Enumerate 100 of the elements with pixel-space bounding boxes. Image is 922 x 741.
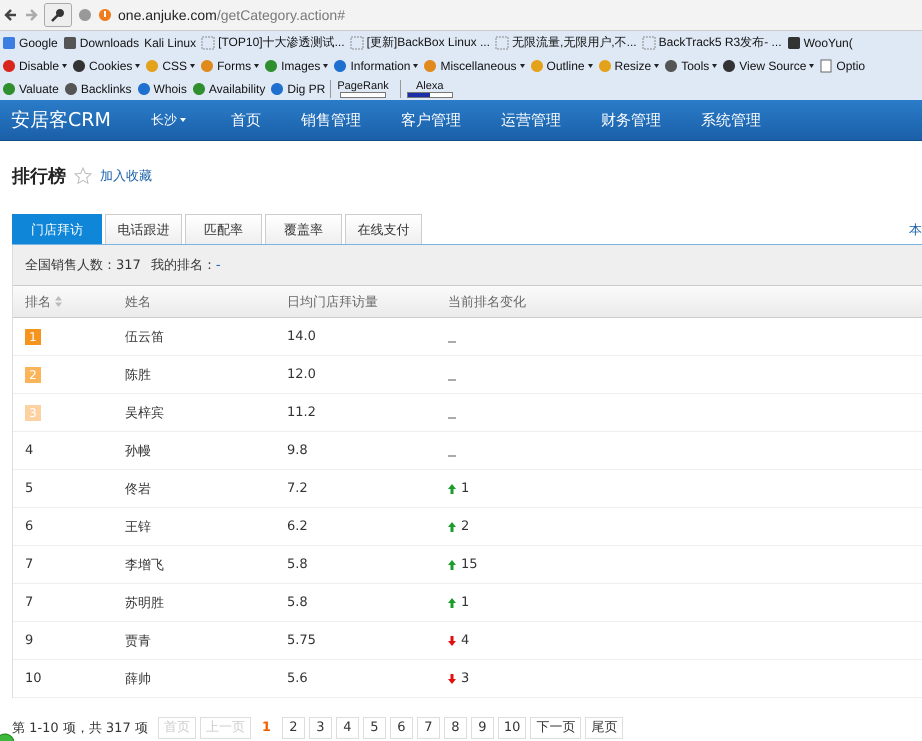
page-button[interactable]: 2 [282,717,305,739]
table-cell: 9 [25,633,34,648]
nav-item[interactable]: 系统管理 [700,110,761,130]
caret-icon [712,64,718,68]
column-header: 姓名 [125,294,151,310]
logo[interactable]: 安居客CRM [0,107,151,133]
warning-icon [98,8,112,22]
floating-widget-icon[interactable] [0,733,14,741]
key-button[interactable] [44,3,72,27]
toolbar-menu[interactable]: Outline [530,58,593,72]
rank-badge: 3 [25,404,41,420]
key-icon [50,7,66,23]
toolbar-menu[interactable]: Cookies [72,58,140,72]
tab[interactable]: 覆盖率 [265,214,342,244]
table-cell: 12.0 [287,367,316,382]
meter-label: PageRank [337,80,389,92]
page-button[interactable]: 尾页 [585,717,624,739]
bookmark[interactable]: Google [2,36,58,50]
seo-link[interactable]: Whois [136,82,187,96]
toolbar-menu[interactable]: CSS [145,58,196,72]
meter-bar [406,92,453,98]
nav-item[interactable]: 财务管理 [600,110,661,130]
page-button[interactable]: 6 [390,717,413,739]
caret-icon [180,118,186,122]
nav-item[interactable]: 运营管理 [500,110,561,130]
table-cell: 1 [461,481,470,496]
table-cell: 6.2 [287,519,308,534]
rank-badge: 1 [25,328,41,344]
toolbar-menu[interactable]: Images [264,58,328,72]
bookmark[interactable]: BackTrack5 R3发布- ... [642,34,782,51]
table-cell-text: 李增飞 [125,556,164,574]
up-arrow-icon [448,598,456,608]
toolbar-menu[interactable]: View Source [722,58,814,72]
caret-icon [190,64,196,68]
table-cell-text: 佟岩 [125,480,151,498]
bookmark[interactable]: Kali Linux [144,36,196,50]
table-cell-text: 孙幔 [125,442,151,460]
no-change-dash [448,340,456,342]
tab[interactable]: 在线支付 [345,214,422,244]
caret-icon [809,64,814,68]
table-cell: 2 [461,519,470,534]
table-cell: 5.8 [287,595,308,610]
no-change-dash [448,416,456,418]
page-button[interactable]: 9 [470,717,494,739]
page-button[interactable]: 8 [444,717,467,739]
toolbar-menu[interactable]: Disable [2,58,68,72]
seo-link[interactable]: Availability [192,82,266,96]
bookmark[interactable]: Downloads [62,36,140,50]
page-button[interactable]: 7 [416,717,440,739]
table-cell-text: 伍云笛 [125,328,164,346]
table-cell: 6 [25,519,34,534]
star-icon[interactable] [74,167,92,185]
column-header[interactable]: 排名 [25,292,51,310]
table-cell: 5.75 [287,633,316,648]
toolbar-menu[interactable]: Tools [664,58,718,72]
add-favorite-link[interactable]: 加入收藏 [100,167,152,185]
tab[interactable]: 门店拜访 [12,214,102,244]
nav-item[interactable]: 客户管理 [400,110,461,130]
summary-text: 我的排名：- [150,257,221,274]
nav-item[interactable]: 首页 [230,110,261,130]
toolbar-menu[interactable]: Forms [200,58,260,72]
no-change-dash [448,454,456,456]
caret-icon [323,64,328,68]
summary-text: 全国销售人数：317 [25,257,141,274]
table-cell-text: 苏明胜 [125,594,164,612]
table-cell: 14.0 [287,329,316,344]
table-cell-text: 吴梓宾 [125,404,164,422]
toolbar-menu[interactable]: Resize [598,58,660,72]
bookmark[interactable]: [更新]BackBox Linux ... [350,34,490,51]
table-cell-text: 王锌 [125,518,151,536]
seo-link[interactable]: Valuate [2,82,59,96]
table-cell: 5.8 [287,557,308,572]
caret-icon [654,64,660,68]
seo-link[interactable]: Backlinks [64,82,132,96]
table-cell: 11.2 [287,405,316,420]
bookmark[interactable]: WooYun( [786,36,853,50]
toolbar-menu[interactable]: Information [333,58,418,72]
toolbar-menu[interactable]: Miscellaneous [423,58,525,72]
page-button[interactable]: 4 [336,717,359,739]
page-button[interactable]: 10 [498,717,526,739]
meter-label: Alexa [416,80,444,92]
side-link[interactable]: 本 [909,221,922,239]
table-cell: 7 [25,557,34,572]
page-button[interactable]: 下一页 [530,717,582,739]
page-button[interactable]: 3 [308,717,332,739]
table-cell: 15 [461,557,478,572]
seo-link[interactable]: Dig PR [270,82,326,96]
nav-item[interactable]: 销售管理 [300,110,361,130]
down-arrow-icon [448,674,456,684]
back-icon[interactable] [4,8,18,22]
page-button[interactable]: 5 [362,717,386,739]
tab[interactable]: 匹配率 [185,214,262,244]
bookmark[interactable]: [TOP10]十大渗透测试... [201,34,345,51]
bookmark[interactable]: 无限流量,无限用户,不... [494,34,637,51]
toolbar-menu[interactable]: Optio [819,58,866,72]
tab[interactable]: 电话跟进 [105,214,182,244]
city-dropdown[interactable]: 长沙 [150,111,186,129]
pagination-summary: 第 1-10 项，共 317 项 [12,720,148,737]
caret-icon [520,64,525,68]
globe-icon [78,8,92,22]
